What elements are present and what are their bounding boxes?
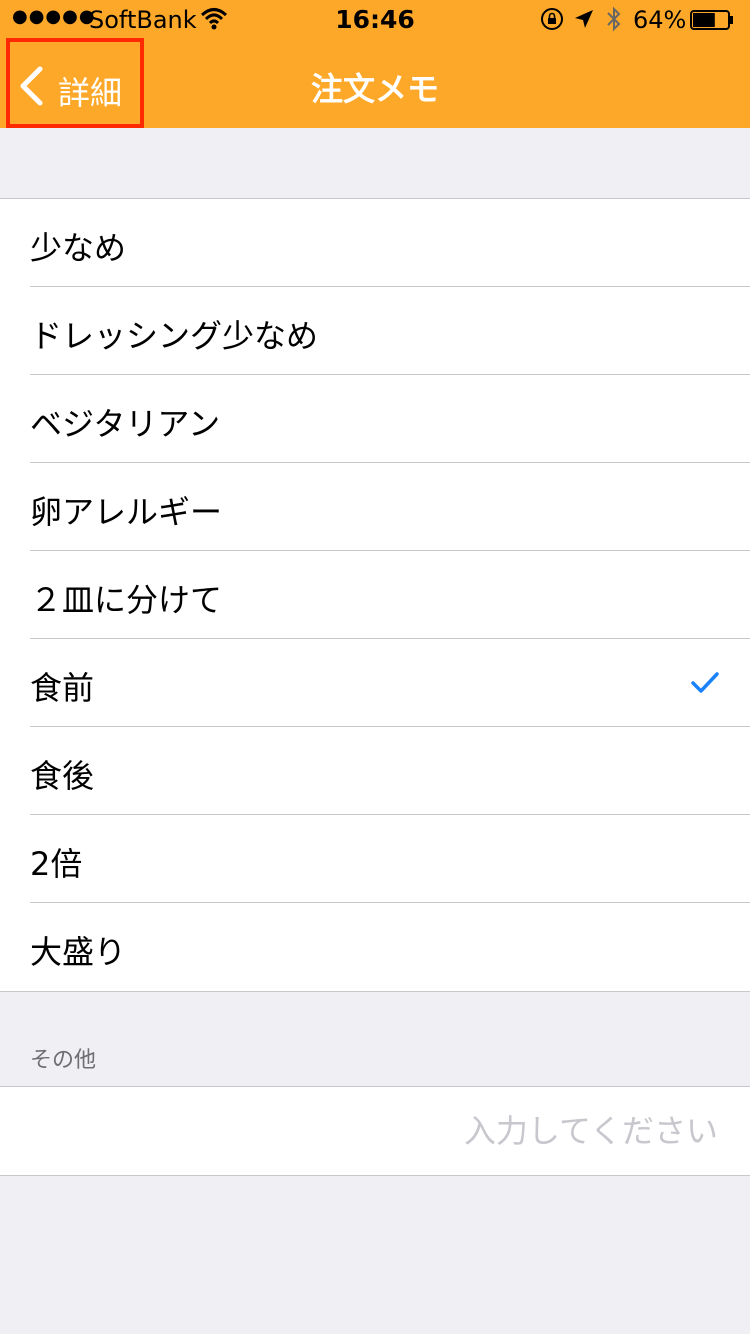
option-row[interactable]: ２皿に分けて [0,551,750,639]
option-row[interactable]: 食後 [0,727,750,815]
option-label: 食後 [30,757,95,795]
options-list: 少なめ ドレッシング少なめ ベジタリアン 卵アレルギー ２皿に分けて 食前 食後… [0,198,750,992]
status-bar: ●●●●● SoftBank 16:46 64% [0,0,750,40]
page-title: 注文メモ [310,70,439,108]
option-label: 2倍 [30,845,83,883]
option-label: ドレッシング少なめ [30,317,319,355]
option-row[interactable]: 2倍 [0,815,750,903]
option-label: 少なめ [30,229,127,267]
option-label: 大盛り [30,933,127,971]
option-label: 食前 [30,669,95,707]
option-label: ベジタリアン [30,405,221,443]
option-label: ２皿に分けて [30,581,223,619]
navigation-bar: ●●●●● SoftBank 16:46 64% 詳細 注文メモ [0,0,750,128]
option-row[interactable]: ベジタリアン [0,375,750,463]
other-memo-input[interactable] [116,1105,720,1157]
option-row[interactable]: 卵アレルギー [0,463,750,551]
section-header-other: その他 [30,1048,97,1073]
checkmark-icon [691,672,719,693]
option-row[interactable]: 大盛り [0,903,750,991]
option-row[interactable]: 食前 [0,639,750,727]
option-row[interactable]: 少なめ [0,199,750,287]
battery-icon [690,10,733,30]
battery-percentage: 64% [633,6,687,34]
rotation-lock-icon [541,8,563,30]
bluetooth-icon [607,6,621,32]
other-input-cell [0,1086,750,1176]
option-label: 卵アレルギー [30,493,223,531]
location-arrow-icon [575,10,593,28]
option-row[interactable]: ドレッシング少なめ [0,287,750,375]
